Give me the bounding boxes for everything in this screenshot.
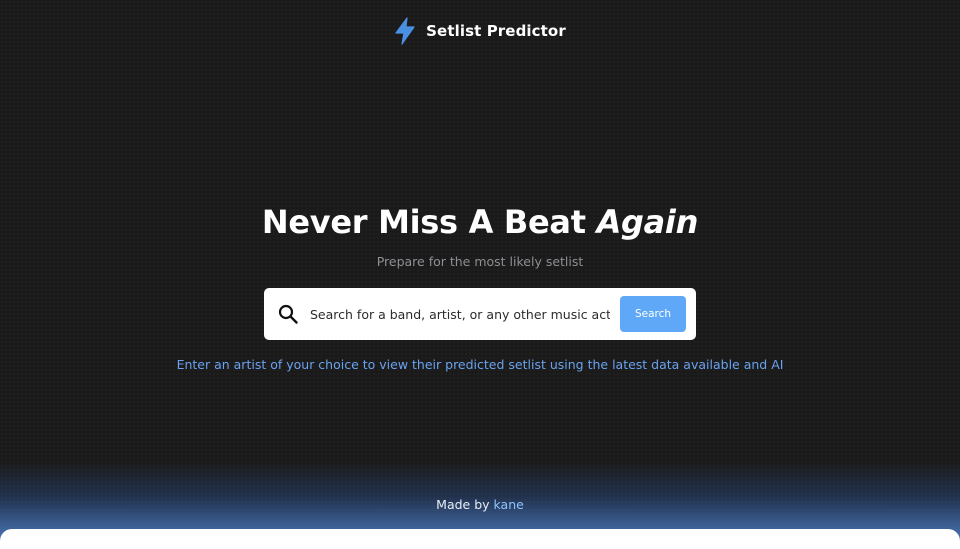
made-by-label: Made by <box>436 497 494 512</box>
search-input[interactable] <box>310 300 610 328</box>
search-hint: Enter an artist of your choice to view t… <box>176 357 784 372</box>
lightning-bolt-icon <box>395 17 415 45</box>
brand-name[interactable]: Setlist Predictor <box>426 22 566 40</box>
hero-subtitle: Prepare for the most likely setlist <box>376 254 584 269</box>
hero-title: Never Miss A Beat Again <box>0 203 960 241</box>
hero-title-main: Never Miss A Beat <box>261 203 597 241</box>
search-bar: Search <box>264 288 696 340</box>
footer-credit: Made by kane <box>0 497 960 512</box>
app-header: Setlist Predictor <box>0 14 960 48</box>
author-link[interactable]: kane <box>494 497 524 512</box>
search-icon <box>278 304 298 324</box>
hero-title-accent: Again <box>596 203 699 241</box>
search-button[interactable]: Search <box>620 296 686 332</box>
bottom-panel <box>0 529 960 549</box>
